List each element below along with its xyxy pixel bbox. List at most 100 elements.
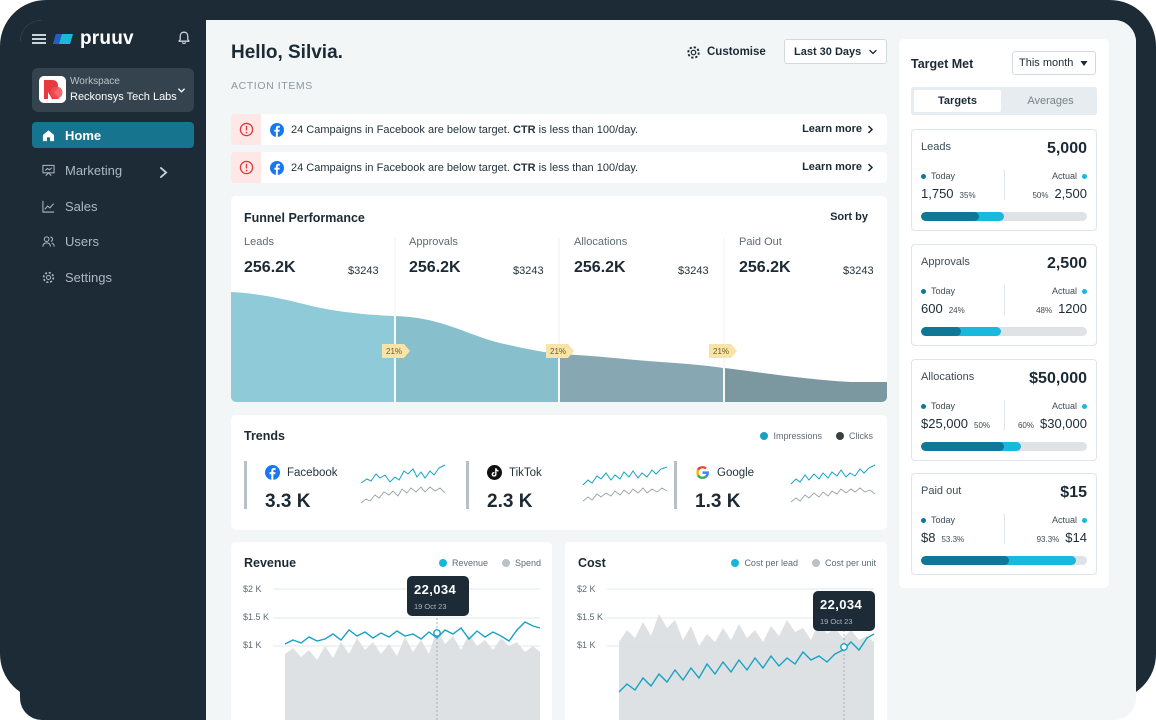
target-progress-bar bbox=[921, 327, 1087, 336]
sidebar-item-label: Settings bbox=[65, 269, 112, 285]
alert-banner: 24 Campaigns in Facebook are below targe… bbox=[231, 114, 887, 145]
trend-value: 1.3 K bbox=[695, 491, 741, 512]
actual-value: 93.3% $14 bbox=[1036, 530, 1087, 545]
chevron-down-icon bbox=[869, 49, 877, 55]
tiktok-icon bbox=[487, 465, 502, 480]
learn-more-link[interactable]: Learn more bbox=[802, 123, 874, 135]
legend-clicks: Clicks bbox=[836, 431, 873, 441]
today-progress-fill bbox=[921, 442, 1004, 451]
actual-value: 48% 1200 bbox=[1036, 301, 1087, 316]
trends-legend: Impressions Clicks bbox=[746, 431, 873, 441]
trends-title: Trends bbox=[244, 429, 285, 443]
brand: pruuv bbox=[32, 28, 134, 50]
tab-targets[interactable]: Targets bbox=[914, 90, 1001, 112]
alert-icon-box bbox=[231, 114, 261, 145]
y-tick: $1.5 K bbox=[243, 612, 270, 622]
legend-impressions: Impressions bbox=[760, 431, 822, 441]
alert-metric: CTR bbox=[512, 123, 536, 136]
hamburger-menu-icon[interactable] bbox=[32, 34, 46, 44]
targets-averages-toggle: Targets Averages bbox=[911, 87, 1097, 115]
sidebar-item-marketing[interactable]: Marketing bbox=[32, 158, 194, 184]
trend-sparkline bbox=[582, 466, 668, 502]
tab-averages[interactable]: Averages bbox=[1007, 90, 1094, 112]
trend-chart-icon bbox=[42, 200, 55, 213]
workspace-label: Workspace bbox=[70, 76, 120, 87]
revenue-legend: Revenue Spend bbox=[425, 558, 541, 568]
workspace-switcher[interactable]: Workspace Reckonsys Tech Labs bbox=[32, 68, 194, 112]
learn-more-link[interactable]: Learn more bbox=[802, 161, 874, 173]
stage-label: Leads bbox=[244, 236, 274, 248]
legend-spend: Spend bbox=[501, 558, 541, 568]
sidebar-item-users[interactable]: Users bbox=[32, 229, 194, 255]
trend-channel: TikTok bbox=[487, 465, 542, 480]
trend-tiktok[interactable]: TikTok 2.3 K bbox=[466, 461, 668, 512]
bell-icon[interactable] bbox=[176, 30, 192, 46]
stage-label: Approvals bbox=[409, 236, 458, 248]
target-name: Leads bbox=[921, 141, 951, 153]
revenue-title: Revenue bbox=[244, 556, 297, 570]
target-progress-bar bbox=[921, 212, 1087, 221]
conversion-badge: 21% bbox=[709, 344, 737, 358]
cost-tooltip: 22,034 19 Oct 23 bbox=[813, 591, 875, 631]
target-card-leads: Leads 5,000 Today Actual 1,750 35% 50% 2,5… bbox=[911, 129, 1097, 231]
alert-metric: CTR bbox=[512, 161, 536, 174]
y-tick: $1 K bbox=[243, 640, 262, 650]
trend-value: 3.3 K bbox=[265, 491, 311, 512]
date-range-dropdown[interactable]: Last 30 Days bbox=[784, 39, 887, 64]
sidebar-item-settings[interactable]: Settings bbox=[32, 264, 194, 290]
today-progress-fill bbox=[921, 556, 1010, 565]
target-total: 2,500 bbox=[1046, 255, 1087, 272]
sidebar-nav: Home Marketing Sales Users Settings bbox=[32, 122, 194, 300]
target-card-approvals: Approvals 2,500 Today Actual 600 24% 48% 1… bbox=[911, 244, 1097, 346]
stage-amount: $3243 bbox=[348, 265, 379, 277]
sidebar-item-label: Users bbox=[65, 234, 99, 249]
stage-amount: $3243 bbox=[678, 265, 709, 277]
chevron-down-icon bbox=[178, 88, 185, 93]
trend-value: 2.3 K bbox=[487, 491, 533, 512]
trend-channel: Google bbox=[695, 465, 754, 480]
y-tick: $1.5 K bbox=[577, 612, 604, 622]
target-total: 5,000 bbox=[1046, 140, 1087, 157]
workspace-name: Reckonsys Tech Labs bbox=[70, 91, 177, 103]
alert-banner: 24 Campaigns in Facebook are below targe… bbox=[231, 152, 887, 183]
stage-value: 256.2K bbox=[409, 259, 461, 276]
main-content: Hello, Silvia. ACTION ITEMS Customise La… bbox=[206, 20, 1136, 720]
trend-divider bbox=[466, 461, 469, 509]
sidebar-item-sales[interactable]: Sales bbox=[32, 193, 194, 219]
target-name: Approvals bbox=[921, 256, 970, 268]
tooltip-date: 19 Oct 23 bbox=[820, 617, 853, 626]
trend-google[interactable]: Google 1.3 K bbox=[674, 461, 876, 512]
chevron-right-icon bbox=[867, 124, 874, 134]
period-dropdown[interactable]: This month bbox=[1012, 51, 1096, 75]
funnel-segment-allocations bbox=[560, 354, 723, 402]
customise-button[interactable]: Customise bbox=[686, 43, 766, 61]
actual-label: Actual bbox=[1052, 401, 1087, 411]
funnel-stage-approvals: Approvals 256.2K $3243 bbox=[409, 236, 574, 277]
funnel-segment-leads bbox=[231, 292, 394, 402]
home-icon bbox=[42, 129, 55, 141]
sidebar-item-home[interactable]: Home bbox=[32, 122, 194, 148]
trend-sparkline bbox=[360, 464, 446, 504]
period-label: This month bbox=[1019, 57, 1074, 69]
alert-icon-box bbox=[231, 152, 261, 183]
today-value: 600 24% bbox=[921, 301, 965, 316]
facebook-icon bbox=[270, 160, 284, 175]
sort-by-button[interactable]: Sort by bbox=[830, 211, 868, 223]
target-progress-bar bbox=[921, 556, 1087, 565]
caret-down-icon bbox=[1080, 61, 1088, 66]
cost-chart bbox=[607, 588, 875, 720]
legend-cost-per-lead: Cost per lead bbox=[731, 558, 798, 568]
target-divider bbox=[1004, 514, 1005, 544]
alert-circle-icon bbox=[239, 160, 253, 175]
legend-revenue: Revenue bbox=[438, 558, 488, 568]
presentation-icon bbox=[42, 164, 55, 176]
today-value: $8 53.3% bbox=[921, 530, 965, 545]
today-label: Today bbox=[921, 171, 955, 181]
brand-name: pruuv bbox=[80, 28, 134, 49]
trend-facebook[interactable]: Facebook 3.3 K bbox=[244, 461, 446, 512]
gear-icon bbox=[42, 271, 55, 283]
funnel-performance-card: Funnel Performance Sort by Leads 256.2K … bbox=[231, 196, 887, 402]
funnel-stage-leads: Leads 256.2K $3243 bbox=[244, 236, 409, 277]
sidebar-item-label: Home bbox=[65, 127, 102, 143]
today-value: $25,000 50% bbox=[921, 416, 991, 431]
